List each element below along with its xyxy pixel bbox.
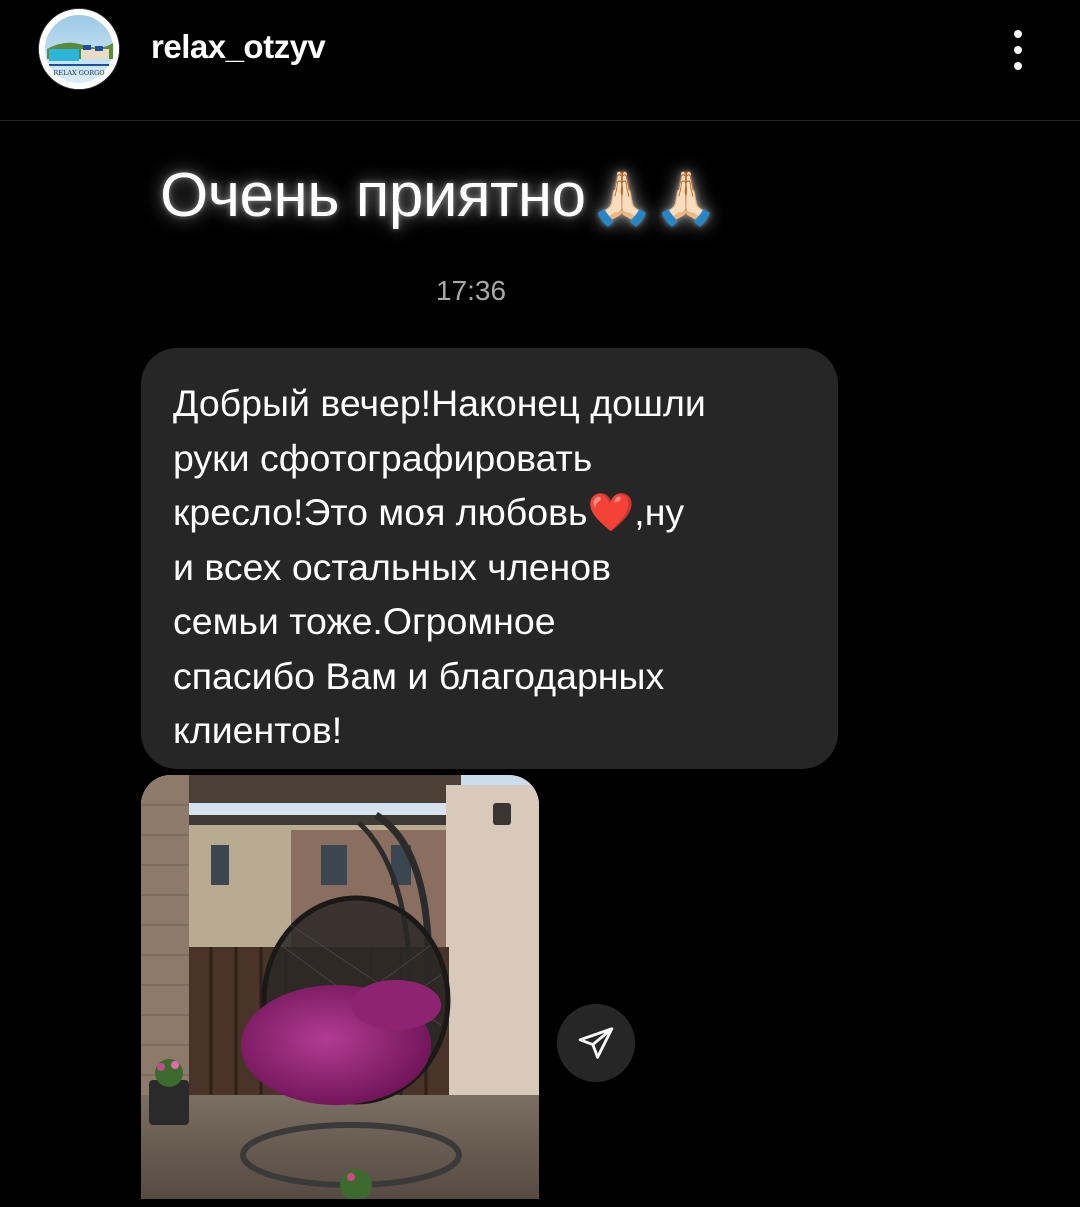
message-photo[interactable] xyxy=(141,775,539,1199)
username[interactable]: relax_otzyv xyxy=(151,28,326,66)
photo-hanging-chair xyxy=(141,775,539,1199)
story-header: RELAX GORGO relax_otzyv xyxy=(0,0,1080,121)
reply-text: Очень приятно xyxy=(160,161,586,230)
share-button[interactable] xyxy=(557,1004,635,1082)
paper-plane-icon xyxy=(578,1027,614,1059)
profile-avatar[interactable]: RELAX GORGO xyxy=(38,8,120,90)
message-text: Добрый вечер!Наконец дошли руки сфотогра… xyxy=(173,382,706,751)
reply-message: Очень приятно🙏🏻🙏🏻 xyxy=(160,160,719,231)
more-options-button[interactable] xyxy=(1000,24,1036,76)
praying-hands-emoji: 🙏🏻🙏🏻 xyxy=(589,170,719,228)
more-vertical-icon xyxy=(1014,30,1022,38)
more-dot xyxy=(1014,62,1022,70)
avatar-logo-icon: RELAX GORGO xyxy=(39,9,119,89)
avatar-caption: RELAX GORGO xyxy=(53,69,104,77)
message-bubble[interactable]: Добрый вечер!Наконец дошли руки сфотогра… xyxy=(141,348,838,769)
message-timestamp: 17:36 xyxy=(436,275,507,306)
more-dot xyxy=(1014,46,1022,54)
